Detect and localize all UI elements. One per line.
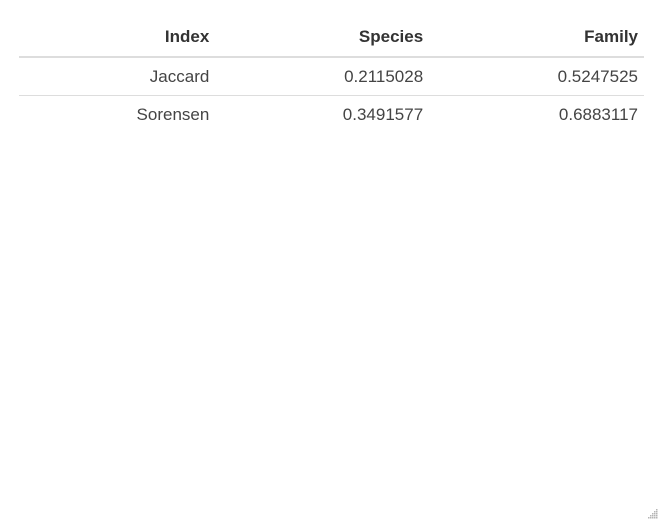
cell-index: Sorensen <box>19 95 216 133</box>
column-header-family: Family <box>429 18 644 58</box>
cell-family: 0.6883117 <box>429 95 644 133</box>
results-table-container: Index Species Family Jaccard 0.2115028 0… <box>19 18 644 133</box>
cell-species: 0.2115028 <box>344 66 424 86</box>
cell-family: 0.5247525 <box>557 66 638 86</box>
table-header: Index Species Family <box>19 18 644 58</box>
table-row: Sorensen 0.3491577 0.6883117 <box>19 95 644 133</box>
similarity-index-table: Index Species Family Jaccard 0.2115028 0… <box>19 18 644 133</box>
column-header-index: Index <box>19 18 216 58</box>
column-header-species: Species <box>215 18 430 58</box>
cell-index: Jaccard <box>149 66 210 86</box>
resize-grip-icon[interactable] <box>646 506 658 519</box>
header-row: Index Species Family <box>19 18 644 58</box>
table-row: Jaccard 0.2115028 0.5247525 <box>19 57 644 96</box>
cell-species: 0.3491577 <box>215 95 430 133</box>
table-body: Jaccard 0.2115028 0.5247525 Sorensen 0.3… <box>19 57 644 133</box>
